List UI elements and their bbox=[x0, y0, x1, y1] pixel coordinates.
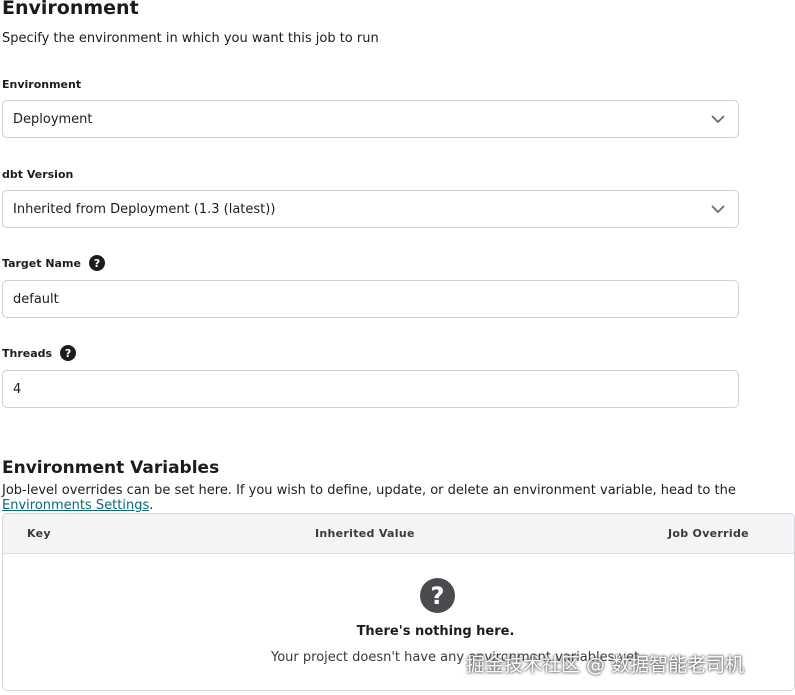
env-vars-subtitle-text: Job-level overrides can be set here. If … bbox=[2, 483, 736, 498]
env-vars-subtitle-suffix: . bbox=[149, 498, 154, 513]
column-header-inherited-value: Inherited Value bbox=[315, 527, 415, 540]
environment-heading: Environment bbox=[2, 0, 139, 19]
environments-settings-link[interactable]: Environments Settings bbox=[2, 498, 149, 513]
chevron-down-icon bbox=[708, 199, 728, 219]
environment-label: Environment bbox=[2, 78, 81, 91]
question-circle-icon[interactable]: ? bbox=[60, 345, 77, 361]
empty-state-title: There's nothing here. bbox=[356, 624, 515, 639]
chevron-down-icon bbox=[708, 109, 728, 129]
env-vars-subtitle: Job-level overrides can be set here. If … bbox=[2, 483, 795, 513]
table-header: Key Inherited Value Job Override bbox=[3, 514, 794, 554]
watermark: 掘金技术社区 @ 数据智能老司机 bbox=[466, 654, 745, 676]
question-circle-icon[interactable]: ? bbox=[88, 255, 105, 271]
target-name-label: Target Name ? bbox=[2, 255, 105, 271]
question-circle-icon: ? bbox=[420, 578, 455, 613]
environment-label-text: Environment bbox=[2, 78, 82, 91]
column-header-job-override: Job Override bbox=[668, 527, 749, 540]
threads-label-text: Threads bbox=[2, 346, 53, 360]
dbt-version-select-value: Inherited from Deployment (1.3 (latest)) bbox=[13, 201, 276, 217]
dbt-version-label-text: dbt Version bbox=[2, 168, 74, 181]
target-name-input[interactable]: default bbox=[2, 280, 739, 318]
threads-input[interactable]: 4 bbox=[2, 370, 739, 408]
threads-label: Threads ? bbox=[2, 345, 77, 361]
dbt-version-select[interactable]: Inherited from Deployment (1.3 (latest)) bbox=[2, 190, 739, 228]
target-name-label-text: Target Name bbox=[2, 256, 81, 270]
dbt-version-label: dbt Version bbox=[2, 168, 73, 181]
column-header-key: Key bbox=[27, 527, 51, 540]
environment-subtitle: Specify the environment in which you wan… bbox=[2, 31, 379, 46]
env-vars-heading: Environment Variables bbox=[2, 458, 220, 478]
target-name-input-value: default bbox=[13, 291, 59, 307]
environment-select-value: Deployment bbox=[13, 111, 93, 127]
environment-select[interactable]: Deployment bbox=[2, 100, 739, 138]
threads-input-value: 4 bbox=[13, 381, 22, 397]
